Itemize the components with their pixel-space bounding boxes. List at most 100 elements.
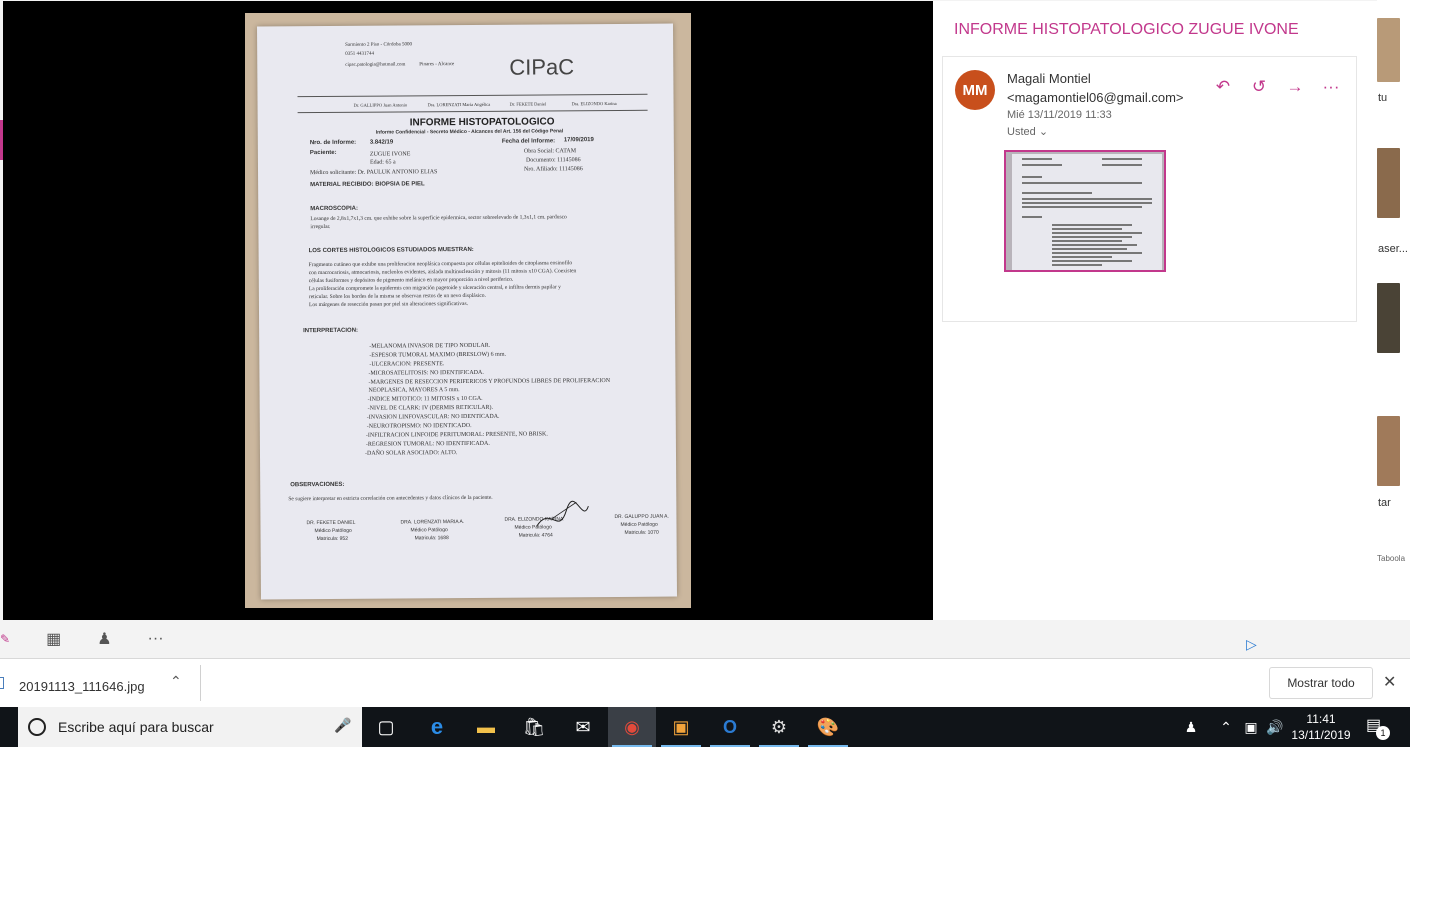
chevron-down-icon[interactable]: ⌄ xyxy=(1039,126,1048,138)
interpretation-line: -MARGENES DE RESECCION PERIFERICOS Y PRO… xyxy=(368,378,611,386)
observations-label: OBSERVACIONES: xyxy=(290,481,345,489)
interpretation-line: -INFILTRACION LINFOIDE PERITUMORAL: PRES… xyxy=(365,431,548,439)
report-number: 3.842/19 xyxy=(369,139,394,146)
reply-all-icon[interactable]: ↺ xyxy=(1241,77,1277,97)
avatar[interactable]: MM xyxy=(955,70,995,110)
interpretation-line: -REGRESION TUMORAL: NO IDENTIFICADA. xyxy=(365,440,490,448)
sections-line: Los márgenes de resección pasan por piel… xyxy=(308,300,469,309)
news-thumbnail[interactable] xyxy=(1377,148,1400,218)
sender[interactable]: Magali Montiel <magamontiel06@gmail.com> xyxy=(1007,69,1187,107)
mail-nav-bar: ✎ ▦ ♟ ··· xyxy=(0,620,200,658)
cipac-logo: CIPaC xyxy=(509,54,575,80)
paint-icon[interactable]: 🎨 xyxy=(804,707,852,747)
interpretation-line: -MELANOMA INVASOR DE TIPO NODULAR. xyxy=(369,342,491,350)
message-actions: ↶ ↺ → ··· xyxy=(1205,77,1349,97)
divider xyxy=(297,109,648,114)
report-title: INFORME HISTOPATOLOGICO xyxy=(409,116,555,129)
interpretation-line: -INDICE MITOTICO: 11 MITOSIS x 10 CGA. xyxy=(367,395,483,403)
taskbar-search[interactable]: Escribe aquí para buscar 🎤 xyxy=(18,707,362,747)
divider xyxy=(297,93,648,98)
news-thumbnail[interactable] xyxy=(1377,283,1400,353)
macroscopy-line: irregular. xyxy=(310,223,331,231)
recipient[interactable]: Usted ⌄ xyxy=(1007,125,1048,138)
signature-license: Matricula: 1070 xyxy=(624,529,659,536)
interpretation-line: -ESPESOR TUMORAL MAXIMO (BRESLOW) 6 mm. xyxy=(369,351,507,359)
interpretation-line: -INVASION LINFOVASCULAR: NO IDENTICADA. xyxy=(366,413,500,421)
file-explorer-icon[interactable]: ▬ xyxy=(462,707,510,747)
photos-icon[interactable]: ▣ xyxy=(657,707,705,747)
show-all-button[interactable]: Mostrar todo xyxy=(1269,667,1373,699)
macroscopy-label: MACROSCOPIA: xyxy=(310,205,358,213)
requesting-doctor: Médico solicitante: Dr. PAULUK ANTONIO E… xyxy=(310,169,438,177)
patient-age: Edad: 65 a xyxy=(369,159,396,166)
signature-name: DR. GALUPPO JUAN A. xyxy=(614,513,669,520)
close-icon[interactable]: ✕ xyxy=(1383,672,1396,692)
notification-count: 1 xyxy=(1376,726,1390,740)
more-icon[interactable]: ··· xyxy=(1313,77,1349,97)
more-icon[interactable]: ··· xyxy=(148,630,164,648)
sections-line: La proliferación compromete la epidermis… xyxy=(308,284,561,293)
calendar-icon[interactable]: ▦ xyxy=(46,629,61,649)
mail-subject: INFORME HISTOPATOLOGICO ZUGUE IVONE xyxy=(954,21,1299,38)
microphone-icon[interactable]: 🎤 xyxy=(334,717,351,734)
system-clock[interactable]: 11:41 13/11/2019 xyxy=(1288,711,1354,743)
sections-label: LOS CORTES HISTOLOGICOS ESTUDIADOS MUEST… xyxy=(308,246,474,255)
network-icon[interactable]: ▣ xyxy=(1240,707,1262,747)
sections-line: reticular. Sobre los bordes de la misma … xyxy=(308,292,486,301)
news-caption[interactable]: tar xyxy=(1378,497,1391,509)
people-icon[interactable]: ♟ xyxy=(1180,707,1202,747)
edge-icon[interactable]: e xyxy=(413,707,461,747)
interpretation-line: -NEUROTROPISMO: NO IDENTICADO. xyxy=(366,422,472,430)
news-caption[interactable]: aser... xyxy=(1378,243,1408,255)
sections-line: con macrocariosis, atmocariosis, nucleol… xyxy=(308,268,577,277)
mail-icon[interactable]: ✉ xyxy=(559,707,607,747)
news-caption[interactable]: tu xyxy=(1378,92,1387,104)
people-icon[interactable]: ♟ xyxy=(97,629,111,649)
doc-header-line: cipac.patologia@hotmail.com xyxy=(345,62,406,68)
app-icon[interactable]: ⚙ xyxy=(755,707,803,747)
doctor-line-item: Dra. ELIZONDO Karina xyxy=(571,100,617,107)
interpretation-line: -MICROSATELITOSIS: NO IDENTIFICADA. xyxy=(368,369,484,377)
attachment-photo: Sarmiento 2 Piso - Córdoba 5000 0351 443… xyxy=(245,13,691,608)
taboola-credit[interactable]: Taboola xyxy=(1377,554,1405,563)
interpretation-label: INTERPRETACION: xyxy=(303,327,359,335)
news-thumbnail[interactable] xyxy=(1377,416,1400,486)
report-date: 17/09/2019 xyxy=(563,137,594,144)
cortana-icon xyxy=(28,718,46,736)
pen-icon[interactable]: ✎ xyxy=(0,632,10,646)
report-date-label: Fecha del Informe: xyxy=(501,138,556,145)
downloaded-file[interactable]: 20191113_111646.jpg xyxy=(19,679,145,694)
chevron-up-icon[interactable]: ⌃ xyxy=(1216,707,1236,747)
signature-name: DR. FEKETE DANIEL xyxy=(306,519,356,527)
attachment-thumbnail[interactable] xyxy=(1004,150,1166,272)
doctor-line-item: Dra. LORENZATI María Angélica xyxy=(427,101,491,108)
interpretation-line: -DAÑO SOLAR ASOCIADO: ALTO. xyxy=(364,450,458,457)
chevron-up-icon[interactable]: ⌃ xyxy=(170,673,182,690)
volume-icon[interactable]: 🔊 xyxy=(1264,707,1286,747)
message-card: MM Magali Montiel <magamontiel06@gmail.c… xyxy=(942,56,1357,322)
store-icon[interactable]: 🛍 xyxy=(510,707,558,747)
reply-icon[interactable]: ↶ xyxy=(1205,77,1241,97)
signature-license: Matricula: 952 xyxy=(316,535,349,543)
forward-icon[interactable]: → xyxy=(1277,77,1313,97)
file-icon xyxy=(0,677,4,689)
interpretation-line: -ULCERACION: PRESENTE. xyxy=(369,361,445,368)
chrome-icon[interactable]: ◉ xyxy=(608,707,656,747)
task-view-icon[interactable]: ▢ xyxy=(362,707,410,747)
mail-reading-pane: INFORME HISTOPATOLOGICO ZUGUE IVONE MM M… xyxy=(933,1,1377,620)
news-thumbnail[interactable] xyxy=(1377,18,1400,82)
signature-license: Matricula: 1688 xyxy=(414,535,449,542)
notifications-icon[interactable]: ▤ 1 xyxy=(1366,715,1390,740)
image-viewer[interactable]: Sarmiento 2 Piso - Córdoba 5000 0351 443… xyxy=(3,1,933,620)
attachment-preview xyxy=(1012,154,1162,270)
doctor-line-item: Dr. FEKETE Daniel xyxy=(509,101,547,107)
signature-role: Médico Patólogo xyxy=(410,527,448,534)
ad-choices-icon[interactable]: ▷ xyxy=(1246,636,1257,653)
signature-role: Médico Patólogo xyxy=(314,527,352,535)
signature-role: Médico Patólogo xyxy=(620,521,658,528)
confidential-note: Informe Confidencial - Secreto Médico - … xyxy=(375,128,564,136)
clock-date: 13/11/2019 xyxy=(1291,728,1351,742)
outlook-icon[interactable]: O xyxy=(706,707,754,747)
search-placeholder: Escribe aquí para buscar xyxy=(58,719,214,735)
report-number-label: Nro. de Informe: xyxy=(309,139,357,147)
